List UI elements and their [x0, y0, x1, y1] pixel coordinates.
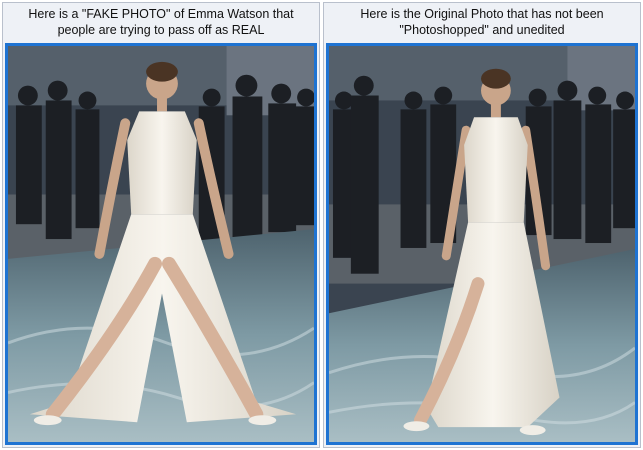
fake-photo-panel: Here is a "FAKE PHOTO" of Emma Watson th…	[2, 2, 320, 448]
fake-photo	[5, 43, 317, 445]
original-photo	[326, 43, 638, 445]
original-photo-panel: Here is the Original Photo that has not …	[323, 2, 641, 448]
fake-photo-caption: Here is a "FAKE PHOTO" of Emma Watson th…	[28, 7, 294, 37]
original-photo-caption: Here is the Original Photo that has not …	[360, 7, 604, 37]
